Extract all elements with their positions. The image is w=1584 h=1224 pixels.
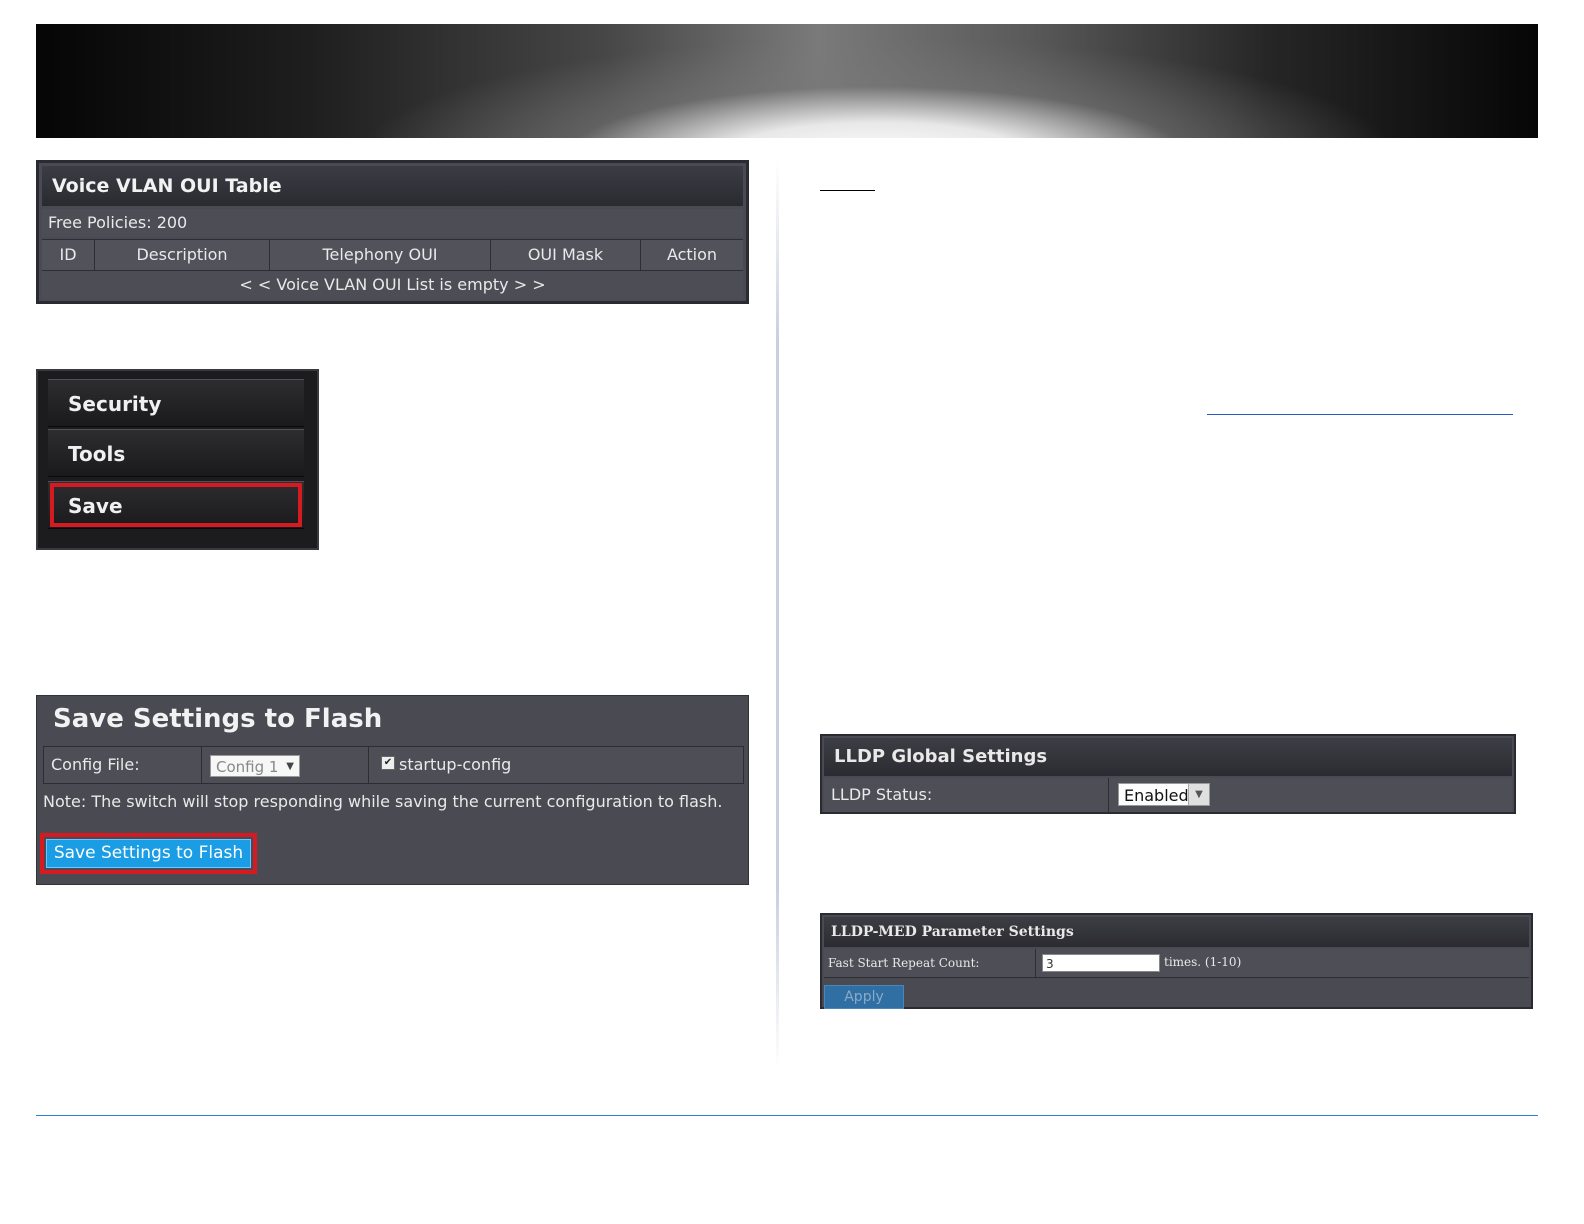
config-file-row: Config File: Config 1 ▼ ✔ startup-config	[43, 746, 744, 784]
oui-table-header: ID Description Telephony OUI OUI Mask Ac…	[42, 239, 743, 271]
save-button-highlight: Save Settings to Flash	[40, 833, 257, 874]
config-file-cell: Config 1 ▼	[204, 747, 369, 783]
lldp-med-settings: LLDP-MED Parameter Settings Fast Start R…	[820, 913, 1533, 1009]
menu-item-security[interactable]: Security	[48, 379, 304, 427]
lldp-global-settings: LLDP Global Settings LLDP Status: Enable…	[820, 734, 1516, 814]
lldp-status-value: Enabled	[1124, 786, 1189, 805]
config-file-value: Config 1	[216, 758, 279, 776]
side-menu: Security Tools Save	[36, 369, 319, 550]
lldp-status-row: LLDP Status: Enabled ▼	[824, 778, 1512, 812]
save-settings-panel: Save Settings to Flash Config File: Conf…	[36, 695, 749, 885]
config-file-select[interactable]: Config 1 ▼	[210, 755, 300, 777]
column-divider	[776, 160, 779, 1070]
lldp-status-select[interactable]: Enabled ▼	[1118, 783, 1210, 806]
free-policies: Free Policies: 200	[42, 209, 743, 237]
menu-item-save[interactable]: Save	[48, 481, 304, 529]
fast-start-label: Fast Start Repeat Count:	[824, 949, 1036, 977]
oui-empty-message: < < Voice VLAN OUI List is empty > >	[42, 271, 743, 299]
apply-button[interactable]: Apply	[824, 985, 904, 1009]
startup-config-label: startup-config	[399, 755, 512, 774]
save-panel-title: Save Settings to Flash	[53, 704, 383, 734]
header-banner	[36, 24, 1538, 138]
col-oui-mask: OUI Mask	[491, 240, 641, 270]
fast-start-row: Fast Start Repeat Count: 3 times. (1-10)	[824, 949, 1529, 978]
config-file-label: Config File:	[44, 747, 202, 783]
lldp-med-title: LLDP-MED Parameter Settings	[824, 917, 1529, 947]
voice-vlan-oui-table: Voice VLAN OUI Table Free Policies: 200 …	[36, 160, 749, 304]
lldp-status-label: LLDP Status:	[824, 778, 1109, 812]
col-action: Action	[641, 240, 743, 270]
col-id: ID	[42, 240, 95, 270]
fast-start-hint: times. (1-10)	[1164, 955, 1242, 969]
chevron-down-icon: ▼	[1188, 784, 1209, 805]
col-telephony-oui: Telephony OUI	[270, 240, 491, 270]
footer-line	[36, 1115, 1538, 1116]
oui-table-title: Voice VLAN OUI Table	[42, 166, 743, 206]
heading-underline	[820, 190, 875, 191]
lldp-global-title: LLDP Global Settings	[824, 738, 1512, 776]
startup-config-checkbox[interactable]: ✔	[381, 756, 395, 770]
link-underline	[1207, 414, 1513, 415]
save-settings-button[interactable]: Save Settings to Flash	[46, 839, 251, 868]
col-description: Description	[95, 240, 270, 270]
fast-start-input[interactable]: 3	[1042, 954, 1160, 972]
save-note: Note: The switch will stop responding wh…	[43, 792, 723, 811]
menu-item-tools[interactable]: Tools	[48, 429, 304, 477]
chevron-down-icon: ▼	[286, 761, 294, 772]
